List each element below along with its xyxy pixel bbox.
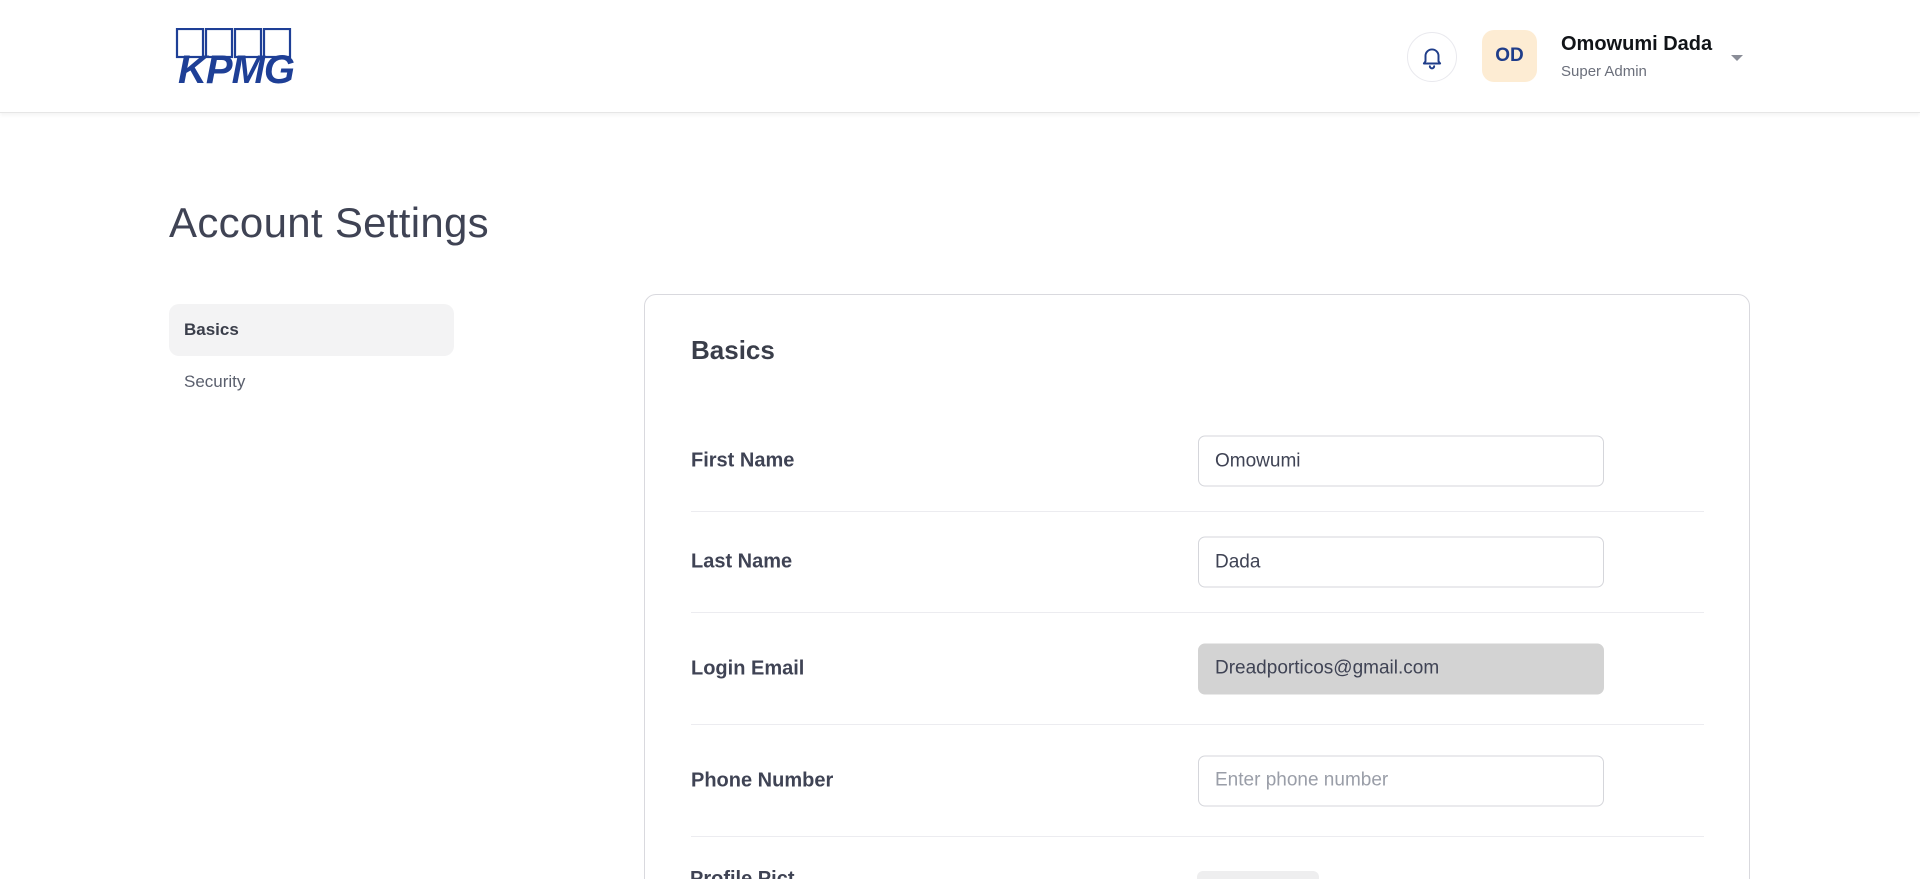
user-role: Super Admin bbox=[1561, 63, 1647, 80]
profile-picture-upload[interactable] bbox=[1197, 871, 1319, 879]
user-name[interactable]: Omowumi Dada bbox=[1561, 33, 1712, 56]
first-name-row: First Name bbox=[691, 411, 1704, 512]
login-email-label: Login Email bbox=[691, 657, 805, 679]
caret-down-icon[interactable] bbox=[1727, 48, 1747, 68]
sidenav-item-security[interactable]: Security bbox=[169, 356, 454, 408]
page-title: Account Settings bbox=[169, 199, 489, 246]
phone-number-input[interactable] bbox=[1198, 755, 1604, 806]
bell-icon bbox=[1422, 48, 1442, 70]
last-name-label: Last Name bbox=[691, 550, 793, 573]
sidenav-item-basics[interactable]: Basics bbox=[169, 304, 454, 356]
settings-sidenav: Basics Security bbox=[169, 304, 454, 408]
basics-card: Basics First Name Last Name Login Email … bbox=[644, 294, 1750, 879]
phone-number-label: Phone Number bbox=[691, 769, 834, 791]
notifications-button[interactable] bbox=[1407, 32, 1457, 82]
first-name-label: First Name bbox=[691, 449, 795, 472]
svg-text:KPMG: KPMG bbox=[178, 48, 294, 86]
login-email-row: Login Email bbox=[691, 613, 1704, 725]
first-name-input[interactable] bbox=[1198, 435, 1604, 487]
top-header: KPMG OD Omowumi Dada Super Admin bbox=[0, 0, 1920, 113]
last-name-row: Last Name bbox=[691, 512, 1704, 613]
avatar[interactable]: OD bbox=[1482, 30, 1537, 82]
card-title: Basics bbox=[691, 335, 775, 365]
login-email-input bbox=[1198, 643, 1604, 694]
last-name-input[interactable] bbox=[1198, 536, 1604, 588]
profile-picture-label: Profile Pict bbox=[690, 868, 795, 879]
phone-number-row: Phone Number bbox=[691, 725, 1704, 837]
kpmg-logo[interactable]: KPMG bbox=[169, 28, 303, 86]
